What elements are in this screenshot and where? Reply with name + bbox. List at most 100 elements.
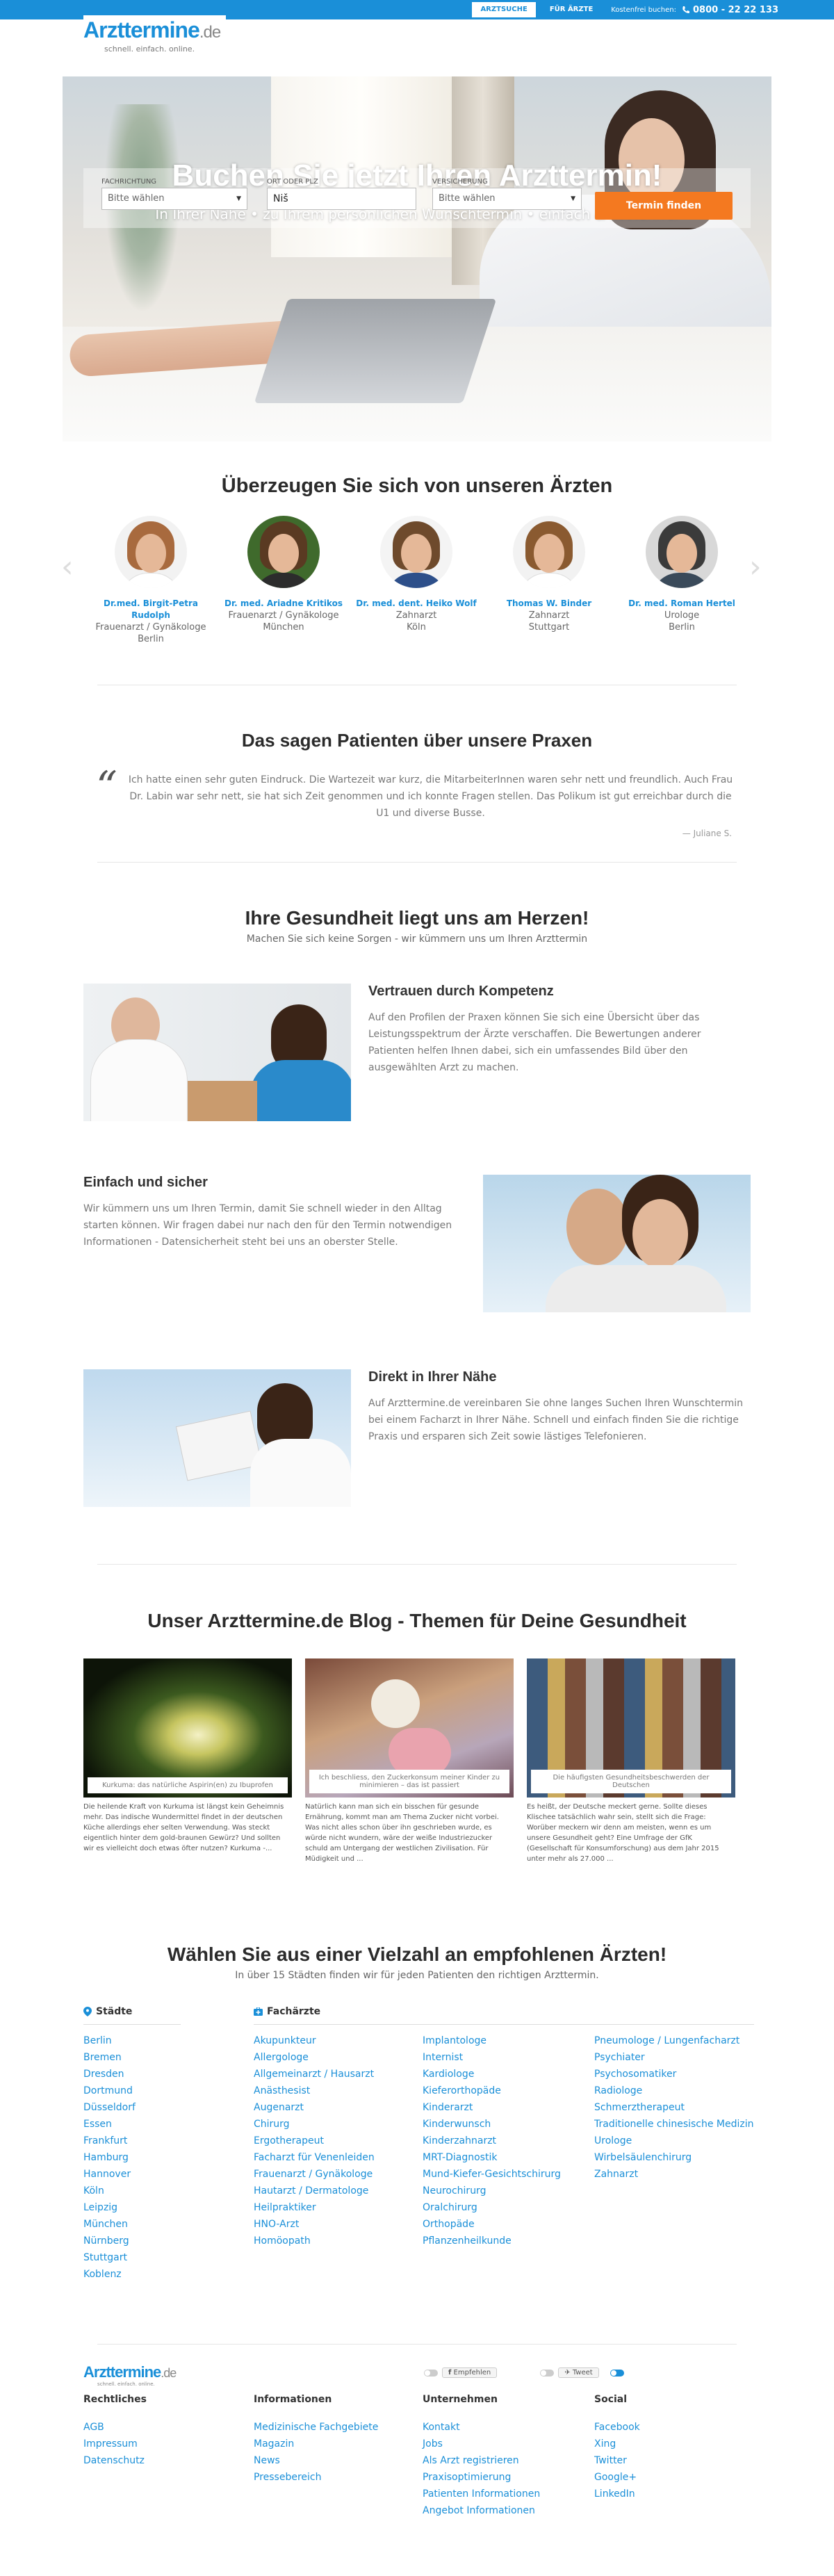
carousel-next-icon[interactable]: ›	[749, 552, 762, 582]
doctor-card[interactable]: Thomas W. Binder Zahnarzt Stuttgart	[483, 516, 615, 633]
footer-link[interactable]: Jobs	[423, 2436, 540, 2452]
blog-post[interactable]: Ich beschliess, den Zuckerkonsum meiner …	[305, 1658, 514, 1864]
specialty-link[interactable]: Hautarzt / Dermatologe	[254, 2183, 375, 2199]
footer-link[interactable]: AGB	[83, 2419, 147, 2436]
city-link[interactable]: Bremen	[83, 2049, 136, 2066]
specialty-link[interactable]: Akupunkteur	[254, 2032, 375, 2049]
specialty-link[interactable]: Kinderwunsch	[423, 2116, 561, 2133]
footer-logo-tagline: schnell. einfach. online.	[97, 2381, 155, 2387]
footer-link[interactable]: Als Arzt registrieren	[423, 2452, 540, 2469]
footer-link[interactable]: Patienten Informationen	[423, 2486, 540, 2502]
tab-arztsuche[interactable]: ARZTSUCHE	[472, 2, 536, 17]
footer-link[interactable]: Xing	[594, 2436, 640, 2452]
specialty-link[interactable]: Heilpraktiker	[254, 2199, 375, 2216]
specialty-link[interactable]: Kardiologe	[423, 2066, 561, 2082]
specialty-link[interactable]: Allergologe	[254, 2049, 375, 2066]
footer-link[interactable]: Impressum	[83, 2436, 147, 2452]
specialty-link[interactable]: Pflanzenheilkunde	[423, 2233, 561, 2249]
doctor-card[interactable]: Dr. med. Roman Hertel Urologe Berlin	[616, 516, 748, 633]
city-link[interactable]: Nürnberg	[83, 2233, 136, 2249]
city-link[interactable]: Dortmund	[83, 2082, 136, 2099]
city-link[interactable]: Düsseldorf	[83, 2099, 136, 2116]
specialty-link[interactable]: Radiologe	[594, 2082, 754, 2099]
specialty-link[interactable]: Zahnarzt	[594, 2166, 754, 2183]
doctor-card[interactable]: Dr. med. dent. Heiko Wolf Zahnarzt Köln	[350, 516, 482, 633]
specialty-link[interactable]: Allgemeinarzt / Hausarzt	[254, 2066, 375, 2082]
footer-link[interactable]: Medizinische Fachgebiete	[254, 2419, 378, 2436]
blog-post-excerpt: Natürlich kann man sich ein bisschen für…	[305, 1803, 499, 1863]
footer-link[interactable]: Praxisoptimierung	[423, 2469, 540, 2486]
doctor-card[interactable]: Dr. med. Ariadne Kritikos Frauenarzt / G…	[218, 516, 350, 633]
specialty-link[interactable]: Chirurg	[254, 2116, 375, 2133]
specialty-link[interactable]: Psychiater	[594, 2049, 754, 2066]
specialty-link[interactable]: Pneumologe / Lungenfacharzt	[594, 2032, 754, 2049]
phone-icon	[682, 6, 689, 13]
specialty-link[interactable]: Orthopäde	[423, 2216, 561, 2233]
doctor-name: Thomas W. Binder	[506, 598, 592, 608]
specialty-link[interactable]: Ergotherapeut	[254, 2133, 375, 2149]
city-link[interactable]: Essen	[83, 2116, 136, 2133]
city-link[interactable]: Frankfurt	[83, 2133, 136, 2149]
specialty-link[interactable]: Anästhesist	[254, 2082, 375, 2099]
specialty-link[interactable]: Augenarzt	[254, 2099, 375, 2116]
facebook-share-button[interactable]: f Empfehlen	[442, 2367, 498, 2378]
twitter-privacy-toggle[interactable]	[540, 2369, 555, 2377]
footer-link[interactable]: Datenschutz	[83, 2452, 147, 2469]
footer-link[interactable]: Google+	[594, 2469, 640, 2486]
footer-link[interactable]: Twitter	[594, 2452, 640, 2469]
specialty-link[interactable]: Oralchirurg	[423, 2199, 561, 2216]
specialty-link[interactable]: Wirbelsäulenchirurg	[594, 2149, 754, 2166]
city-link[interactable]: Köln	[83, 2183, 136, 2199]
specialty-link[interactable]: Psychosomatiker	[594, 2066, 754, 2082]
city-link[interactable]: München	[83, 2216, 136, 2233]
facebook-privacy-toggle[interactable]	[424, 2369, 438, 2377]
specialty-link[interactable]: Schmerztherapeut	[594, 2099, 754, 2116]
tweet-button[interactable]: ✈ Tweet	[558, 2367, 599, 2378]
specialty-select[interactable]: Bitte wählen ▼	[101, 188, 247, 210]
phone-number[interactable]: 0800 - 22 22 133	[682, 5, 778, 15]
health-section: Ihre Gesundheit liegt uns am Herzen! Mac…	[0, 907, 834, 1507]
specialty-link[interactable]: Urologe	[594, 2133, 754, 2149]
settings-toggle[interactable]	[610, 2369, 624, 2377]
specialty-link[interactable]: Neurochirurg	[423, 2183, 561, 2199]
city-link[interactable]: Hamburg	[83, 2149, 136, 2166]
insurance-select[interactable]: Bitte wählen ▼	[432, 188, 582, 210]
footer-link[interactable]: Magazin	[254, 2436, 378, 2452]
logo[interactable]: Arzttermine.de schnell. einfach. online.	[83, 15, 227, 58]
specialty-link[interactable]: Kinderarzt	[423, 2099, 561, 2116]
city-link[interactable]: Hannover	[83, 2166, 136, 2183]
specialty-link[interactable]: Implantologe	[423, 2032, 561, 2049]
specialty-link[interactable]: Facharzt für Venenleiden	[254, 2149, 375, 2166]
footer-link[interactable]: LinkedIn	[594, 2486, 640, 2502]
specialty-link[interactable]: Kinderzahnarzt	[423, 2133, 561, 2149]
city-link[interactable]: Berlin	[83, 2032, 136, 2049]
blog-post[interactable]: Kurkuma: das natürliche Aspirin(en) zu I…	[83, 1658, 292, 1854]
footer-link[interactable]: Kontakt	[423, 2419, 540, 2436]
specialty-link[interactable]: HNO-Arzt	[254, 2216, 375, 2233]
footer-logo[interactable]: Arzttermine.de schnell. einfach. online.	[83, 2363, 177, 2387]
footer-link[interactable]: Angebot Informationen	[423, 2502, 540, 2519]
specialty-link[interactable]: Homöopath	[254, 2233, 375, 2249]
specialty-link[interactable]: Frauenarzt / Gynäkologe	[254, 2166, 375, 2183]
city-link[interactable]: Leipzig	[83, 2199, 136, 2216]
specialty-link[interactable]: Traditionelle chinesische Medizin	[594, 2116, 754, 2133]
blog-post[interactable]: Die häufigsten Gesundheitsbeschwerden de…	[527, 1658, 735, 1864]
location-input[interactable]: Niš	[267, 188, 416, 210]
specialty-link[interactable]: Kieferorthopäde	[423, 2082, 561, 2099]
tab-fuer-aerzte[interactable]: FÜR ÄRZTE	[541, 2, 601, 17]
carousel-prev-icon[interactable]: ‹	[61, 552, 74, 582]
specialty-link[interactable]: MRT-Diagnostik	[423, 2149, 561, 2166]
find-appointment-button[interactable]: Termin finden	[595, 192, 733, 220]
footer-link[interactable]: Facebook	[594, 2419, 640, 2436]
search-form: FACHRICHTUNG Bitte wählen ▼ ORT ODER PLZ …	[83, 168, 751, 228]
city-link[interactable]: Stuttgart	[83, 2249, 136, 2266]
specialty-link[interactable]: Internist	[423, 2049, 561, 2066]
city-link[interactable]: Dresden	[83, 2066, 136, 2082]
specialty-link[interactable]: Mund-Kiefer-Gesichtschirurg	[423, 2166, 561, 2183]
specialists-list-2: Implantologe Internist Kardiologe Kiefer…	[423, 2032, 561, 2249]
footer-link[interactable]: Pressebereich	[254, 2469, 378, 2486]
footer-column-info: Informationen Medizinische Fachgebiete M…	[254, 2391, 378, 2486]
city-link[interactable]: Koblenz	[83, 2266, 136, 2283]
footer-link[interactable]: News	[254, 2452, 378, 2469]
doctor-card[interactable]: Dr.med. Birgit-Petra Rudolph Frauenarzt …	[85, 516, 217, 645]
